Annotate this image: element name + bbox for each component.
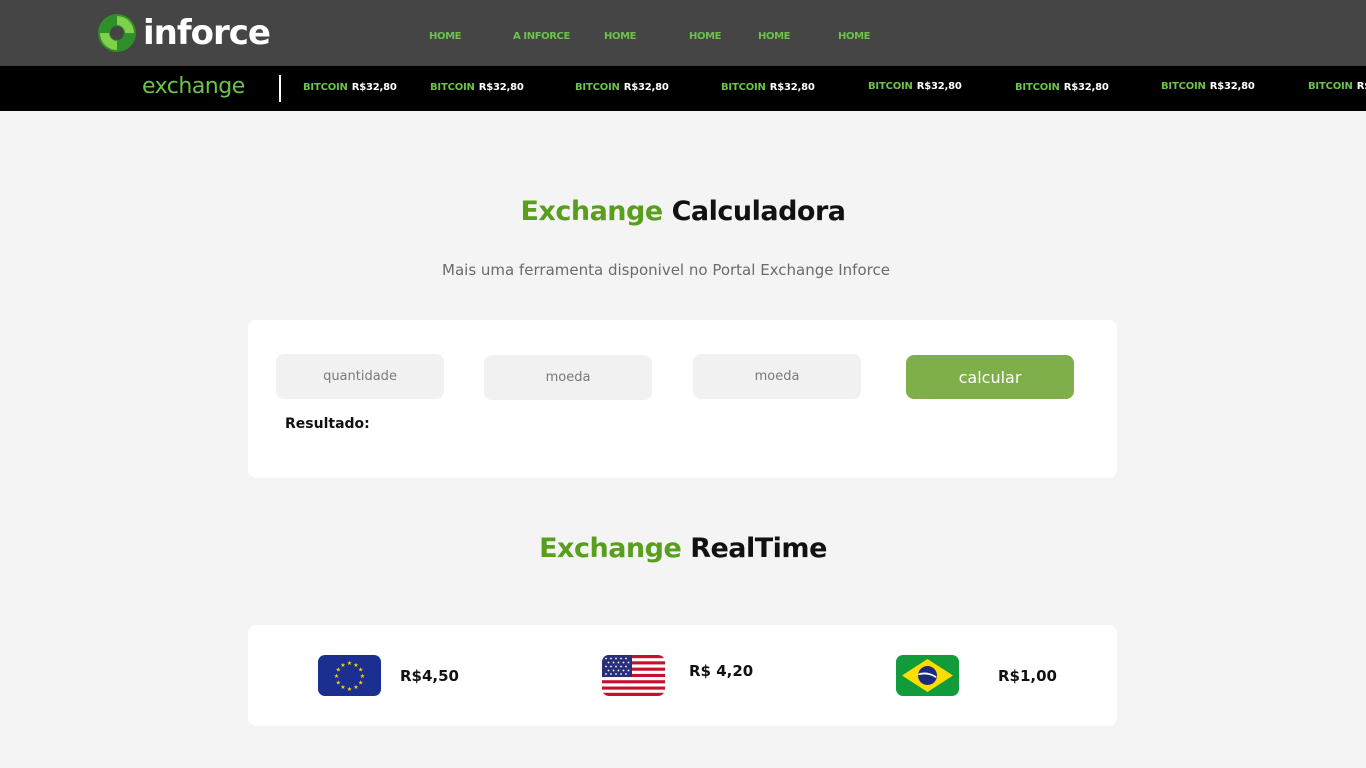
rate-usd: R$ 4,20 (602, 655, 753, 696)
title-rest: Calculadora (671, 196, 846, 227)
ticker-price: R$32,80 (623, 82, 669, 93)
ticker-item: BITCOIN R$32,80 (721, 82, 815, 93)
calculator-card: calcular Resultado: (248, 320, 1117, 478)
calculator-subtitle: Mais uma ferramenta disponivel no Portal… (442, 261, 890, 279)
rate-value: R$1,00 (998, 666, 1057, 685)
ticker-item: BITCOIN R$32,80 (430, 82, 524, 93)
to-currency-input[interactable] (693, 354, 861, 399)
ticker-price: R$32,80 (351, 82, 397, 93)
exchange-brand[interactable]: exchange (142, 74, 245, 99)
top-header: inforce HOME A INFORCE HOME HOME HOME HO… (0, 0, 1366, 66)
rate-value: R$ 4,20 (689, 661, 754, 680)
ticker-divider (279, 75, 281, 102)
rate-brl: R$1,00 (896, 655, 1057, 696)
svg-text:★: ★ (340, 684, 345, 691)
ticker-price: R$ (1356, 81, 1366, 92)
logo[interactable]: inforce (97, 12, 271, 54)
ticker-coin: BITCOIN (868, 81, 913, 92)
ticker-item: BITCOIN R$32,80 (868, 81, 962, 92)
calculate-button[interactable]: calcular (906, 355, 1074, 399)
result-label: Resultado: (285, 416, 370, 432)
logo-text: inforce (143, 13, 271, 53)
ticker-item: BITCOIN R$32,80 (1161, 81, 1255, 92)
svg-text:★: ★ (340, 662, 345, 669)
ticker-price: R$32,80 (916, 81, 962, 92)
svg-text:★: ★ (353, 684, 358, 691)
rate-eur: ★ ★ ★ ★ ★ ★ ★ ★ ★ ★ ★ ★ R$4,50 (318, 655, 459, 696)
nav-a-inforce[interactable]: A INFORCE (513, 31, 570, 42)
ticker-coin: BITCOIN (1015, 82, 1060, 93)
from-currency-input[interactable] (484, 355, 652, 400)
inforce-logo-icon (98, 14, 136, 52)
nav-home-5[interactable]: HOME (838, 31, 870, 42)
nav-home-4[interactable]: HOME (758, 31, 790, 42)
ticker-coin: BITCOIN (721, 82, 766, 93)
ticker-item: BITCOIN R$32,80 (303, 82, 397, 93)
ticker-item: BITCOIN R$32,80 (1015, 82, 1109, 93)
ticker-item: BITCOINR$ (1308, 81, 1366, 92)
rate-value: R$4,50 (400, 666, 459, 685)
svg-text:★: ★ (347, 660, 352, 667)
ticker-price: R$32,80 (1063, 82, 1109, 93)
title-rest: RealTime (690, 533, 827, 564)
title-accent: Exchange (539, 533, 682, 564)
ticker-price: R$32,80 (769, 82, 815, 93)
ticker-coin: BITCOIN (430, 82, 475, 93)
price-ticker: exchange BITCOIN R$32,80 BITCOIN R$32,80 B… (0, 66, 1366, 111)
svg-text:★: ★ (334, 673, 339, 680)
calculator-title: Exchange Calculadora (0, 196, 1366, 227)
nav-home[interactable]: HOME (429, 31, 461, 42)
nav-home-3[interactable]: HOME (689, 31, 721, 42)
svg-text:★: ★ (347, 686, 352, 693)
ticker-coin: BITCOIN (1308, 81, 1353, 92)
title-accent: Exchange (520, 196, 664, 227)
svg-text:★: ★ (358, 680, 363, 687)
eu-flag-icon: ★ ★ ★ ★ ★ ★ ★ ★ ★ ★ ★ ★ (318, 655, 381, 696)
ticker-price: R$32,80 (478, 82, 524, 93)
ticker-price: R$32,80 (1209, 81, 1255, 92)
ticker-item: BITCOIN R$32,80 (575, 82, 669, 93)
us-flag-icon (602, 655, 665, 696)
ticker-coin: BITCOIN (575, 82, 620, 93)
quantity-input[interactable] (276, 354, 444, 399)
realtime-card: ★ ★ ★ ★ ★ ★ ★ ★ ★ ★ ★ ★ R$4,50 R$ 4,20 R… (248, 625, 1117, 726)
nav-home-2[interactable]: HOME (604, 31, 636, 42)
ticker-coin: BITCOIN (1161, 81, 1206, 92)
ticker-coin: BITCOIN (303, 82, 348, 93)
realtime-title: Exchange RealTime (0, 533, 1366, 564)
svg-text:★: ★ (336, 680, 341, 687)
br-flag-icon (896, 655, 959, 696)
